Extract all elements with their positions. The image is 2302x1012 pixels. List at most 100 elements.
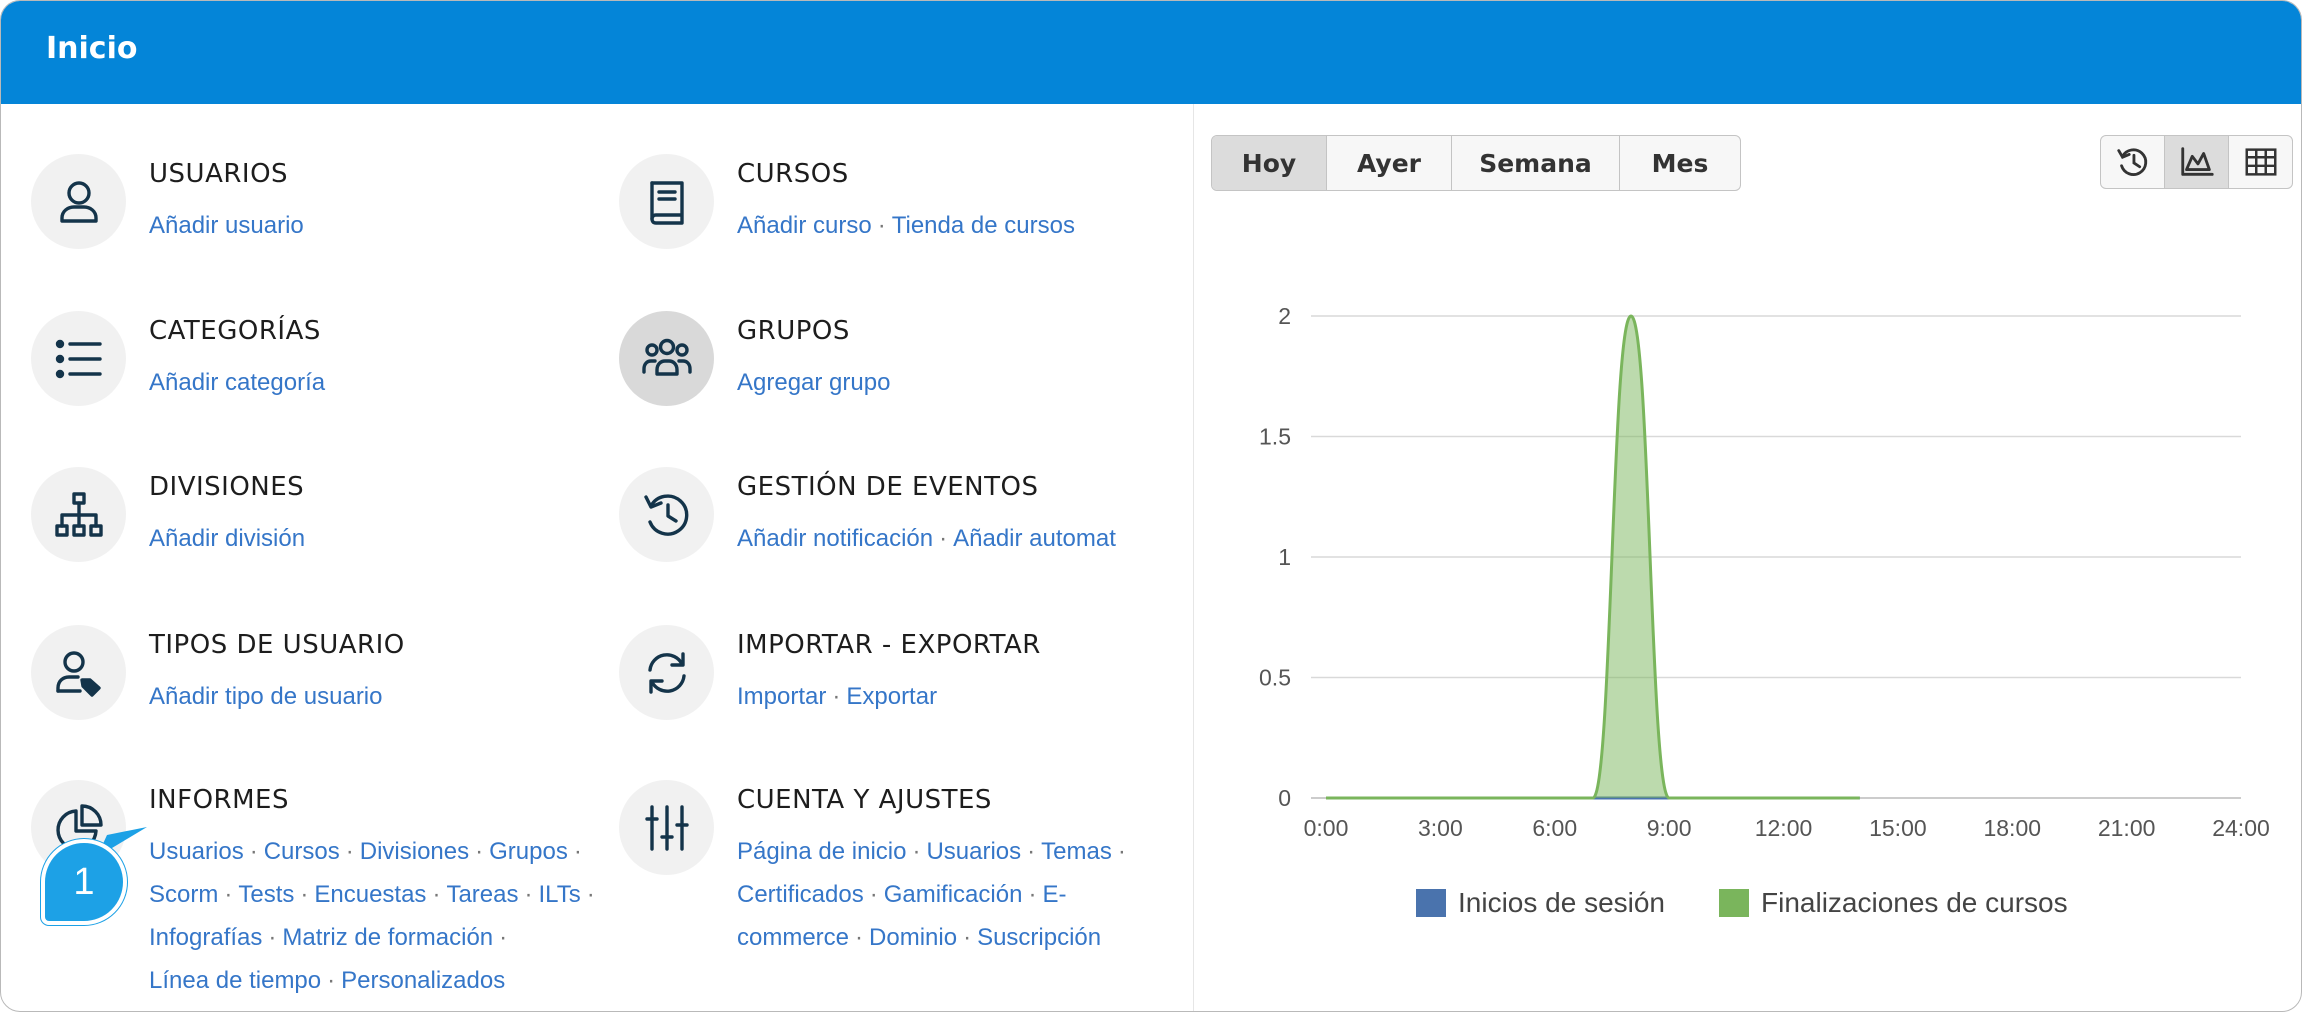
module-links-grupos: Agregar grupo [737,361,890,404]
module-link[interactable]: Exportar [846,683,937,710]
link-separator: · [499,924,508,951]
module-link[interactable]: Tests [238,881,294,908]
activity-chart: 0 0.5 1 1.5 2 0:00 3:00 6:00 9:00 12:00 15:00 18:00… [1259,303,2270,841]
module-link[interactable]: Añadir categoría [149,369,325,396]
module-links-informes: Usuarios · Cursos · Divisiones · Grupos · Scorm ·… [149,830,601,1002]
page-title: Inicio [46,31,138,66]
module-links-divisiones: Añadir división [149,517,305,560]
tab-ayer[interactable]: Ayer [1327,136,1452,190]
module-link[interactable]: Infografías [149,924,262,951]
module-link[interactable]: Scorm [149,881,218,908]
module-link[interactable]: Gamificación [884,881,1023,908]
module-title-eventos[interactable]: GESTIÓN DE EVENTOS [737,472,1038,502]
header-bar: Inicio [1,1,2301,104]
module-title-importar[interactable]: IMPORTAR - EXPORTAR [737,630,1041,660]
link-separator: · [877,212,886,239]
module-title-cursos[interactable]: CURSOS [737,159,849,189]
module-link[interactable]: Tienda de cursos [892,212,1075,239]
link-separator: · [912,838,921,865]
module-link[interactable]: Usuarios [149,838,244,865]
module-link[interactable]: E- [1042,881,1066,908]
link-row: Añadir usuario [149,204,304,247]
module-link[interactable]: commerce [737,924,849,951]
x-tick-label: 21:00 [2098,815,2156,841]
history-icon[interactable] [619,467,714,562]
y-tick-label: 2 [1278,303,1291,329]
module-link[interactable]: Añadir notificación [737,525,933,552]
legend-item-completions[interactable]: Finalizaciones de cursos [1719,885,2068,921]
org-chart-icon[interactable] [31,467,126,562]
module-link[interactable]: Añadir división [149,525,305,552]
link-row: commerce · Dominio · Suscripción [737,916,1132,959]
period-tabs: Hoy Ayer Semana Mes [1211,135,1741,191]
module-title-divisiones[interactable]: DIVISIONES [149,472,304,502]
home-panel: Inicio USUARIOS Añadir usuario CURSOS Añadi… [0,0,2302,1012]
y-tick-label: 0 [1278,785,1291,811]
module-link[interactable]: Grupos [489,838,568,865]
tab-semana[interactable]: Semana [1452,136,1620,190]
module-link[interactable]: ILTs [538,881,580,908]
module-link[interactable]: Añadir curso [737,212,872,239]
legend-item-logins[interactable]: Inicios de sesión [1416,885,1665,921]
module-title-grupos[interactable]: GRUPOS [737,316,850,346]
module-link[interactable]: Añadir tipo de usuario [149,683,382,710]
module-link[interactable]: Matriz de formación [282,924,493,951]
area-chart-icon [2180,147,2214,176]
module-title-categorias[interactable]: CATEGORÍAS [149,316,321,346]
chart-view-button[interactable] [2165,136,2229,188]
module-link[interactable]: Temas [1041,838,1112,865]
column-divider [1193,104,1194,1011]
module-link[interactable]: Añadir automat [953,525,1116,552]
link-row: Infografías · Matriz de formación · [149,916,601,959]
module-link[interactable]: Página de inicio [737,838,906,865]
book-icon[interactable] [619,154,714,249]
sliders-icon[interactable] [619,780,714,875]
link-row: Usuarios · Cursos · Divisiones · Grupos · [149,830,601,873]
user-tag-icon[interactable] [31,625,126,720]
module-title-cuenta[interactable]: CUENTA Y AJUSTES [737,785,992,815]
legend-swatch-logins [1416,889,1446,917]
module-link[interactable]: Agregar grupo [737,369,890,396]
user-icon[interactable] [31,154,126,249]
link-separator: · [1028,881,1037,908]
link-row: Añadir tipo de usuario [149,675,382,718]
module-links-cursos: Añadir curso · Tienda de cursos [737,204,1075,247]
link-separator: · [300,881,309,908]
table-view-button[interactable] [2229,136,2292,188]
sync-icon[interactable] [619,625,714,720]
legend-label-logins: Inicios de sesión [1458,887,1666,918]
x-tick-label: 6:00 [1532,815,1577,841]
module-link[interactable]: Divisiones [360,838,469,865]
module-links-eventos: Añadir notificación · Añadir automat [737,517,1116,560]
link-row: Importar · Exportar [737,675,937,718]
x-tick-label: 24:00 [2212,815,2270,841]
module-link[interactable]: Suscripción [977,924,1101,951]
tab-mes[interactable]: Mes [1620,136,1740,190]
link-separator: · [939,525,948,552]
module-link[interactable]: Dominio [869,924,957,951]
group-icon[interactable] [619,311,714,406]
step-badge: 1 [41,839,127,925]
list-icon[interactable] [31,311,126,406]
tab-hoy[interactable]: Hoy [1212,136,1327,190]
link-row: Añadir división [149,517,305,560]
module-link[interactable]: Tareas [446,881,518,908]
y-tick-label: 1.5 [1259,424,1291,450]
module-link[interactable]: Usuarios [926,838,1021,865]
legend-swatch-completions [1719,889,1749,917]
module-link[interactable]: Personalizados [341,967,505,994]
module-link[interactable]: Encuestas [314,881,426,908]
module-title-tipos[interactable]: TIPOS DE USUARIO [149,630,405,660]
module-link[interactable]: Importar [737,683,826,710]
module-title-informes[interactable]: INFORMES [149,785,289,815]
link-row: Agregar grupo [737,361,890,404]
module-link[interactable]: Certificados [737,881,864,908]
history-view-button[interactable] [2101,136,2165,188]
module-link[interactable]: Cursos [264,838,340,865]
module-link[interactable]: Añadir usuario [149,212,304,239]
x-tick-label: 3:00 [1418,815,1463,841]
link-row: Línea de tiempo · Personalizados [149,959,601,1002]
link-row: Scorm · Tests · Encuestas · Tareas · ILTs · [149,873,601,916]
module-title-usuarios[interactable]: USUARIOS [149,159,288,189]
module-link[interactable]: Línea de tiempo [149,967,321,994]
